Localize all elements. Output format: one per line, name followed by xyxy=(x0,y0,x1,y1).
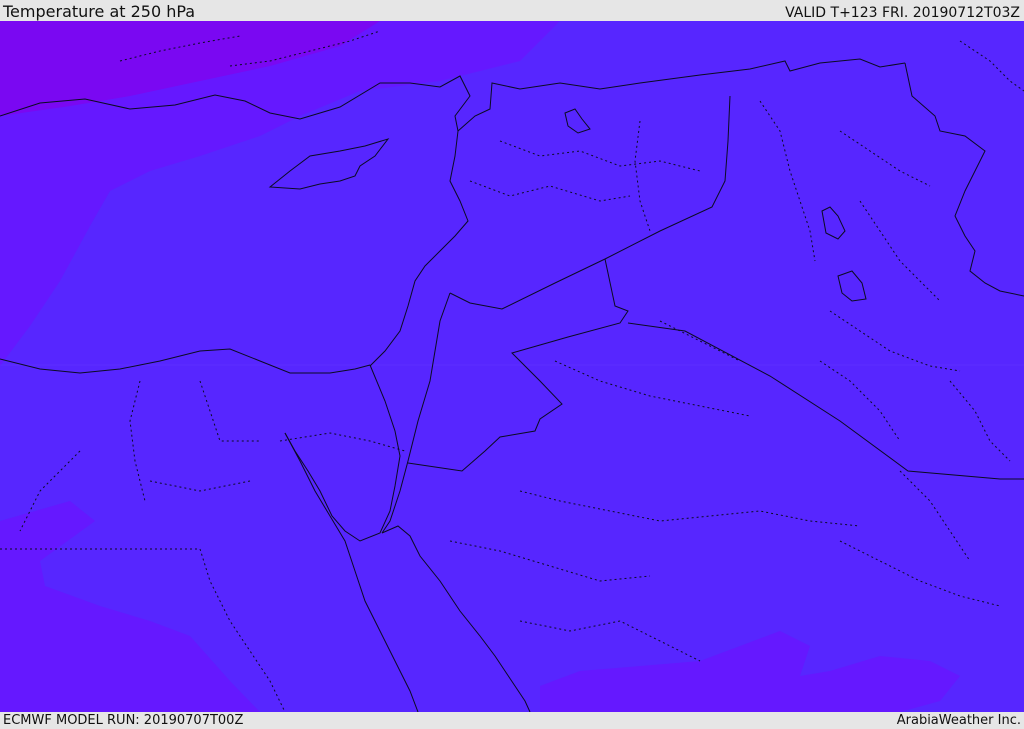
footer-bar: ECMWF MODEL RUN: 20190707T00Z ArabiaWeat… xyxy=(0,712,1024,729)
credit-label: ArabiaWeather Inc. xyxy=(896,713,1021,728)
weather-map[interactable] xyxy=(0,21,1024,712)
map-title: Temperature at 250 hPa xyxy=(3,2,196,21)
map-viewer: Temperature at 250 hPa VALID T+123 FRI. … xyxy=(0,0,1024,729)
header-bar: Temperature at 250 hPa VALID T+123 FRI. … xyxy=(0,0,1024,21)
temperature-map-svg xyxy=(0,21,1024,712)
valid-time-label: VALID T+123 FRI. 20190712T03Z xyxy=(785,5,1020,21)
model-run-label: ECMWF MODEL RUN: 20190707T00Z xyxy=(3,713,244,728)
